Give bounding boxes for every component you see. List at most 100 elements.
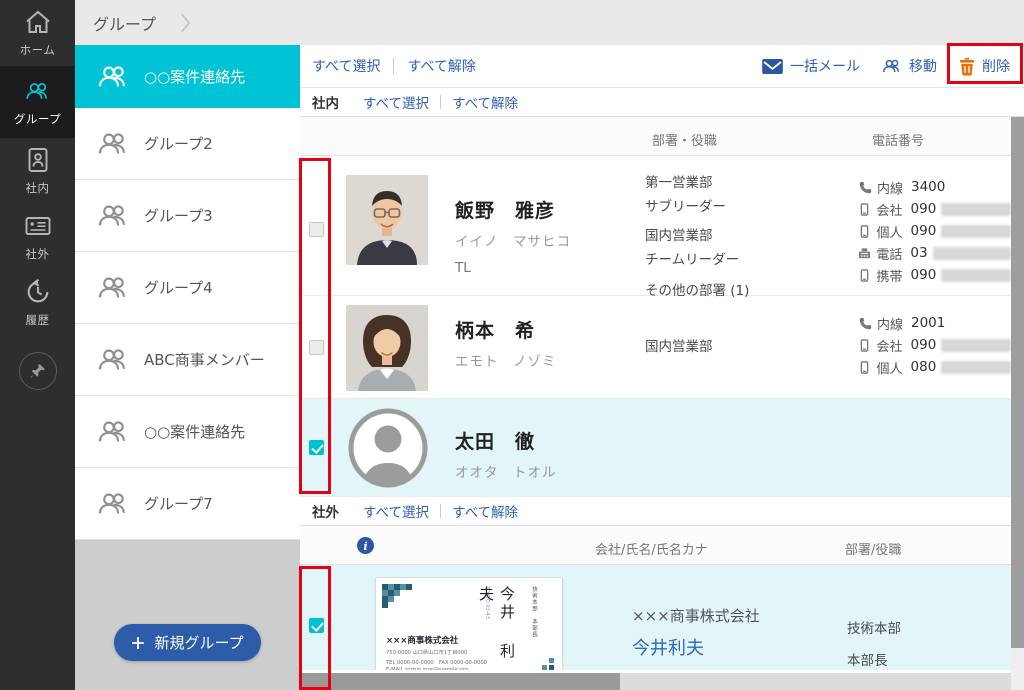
row-checkbox[interactable] bbox=[309, 340, 324, 355]
external-section-bar: 社外 すべて選択 すべて解除 bbox=[300, 497, 1024, 526]
move-button[interactable]: 移動 bbox=[882, 56, 937, 76]
contact-kana: エモト ノゾミ bbox=[455, 350, 645, 370]
card-name-vertical: 今井 利夫 bbox=[476, 586, 518, 670]
groups-icon bbox=[25, 78, 51, 104]
breadcrumb-group[interactable]: グループ bbox=[93, 11, 156, 35]
phone-line: 電話 03 bbox=[858, 242, 1011, 264]
contact-name: 太田 徹 bbox=[455, 427, 645, 454]
card-cell: TOKYO 03-43 今井 利夫 技術本部 本部長 ×××商事株式会社 750… bbox=[332, 565, 632, 670]
group-icon bbox=[97, 492, 130, 515]
group-item[interactable]: グループ4 bbox=[75, 252, 300, 324]
mobile-icon bbox=[858, 203, 872, 216]
card-company: ×××商事株式会社 bbox=[386, 634, 458, 646]
clear-all-button[interactable]: すべて解除 bbox=[407, 56, 475, 76]
delete-button[interactable]: 削除 bbox=[959, 56, 1010, 76]
group-item[interactable]: グループ3 bbox=[75, 180, 300, 252]
internal-section-bar: 社内 すべて選択 すべて解除 bbox=[300, 88, 1024, 117]
address-book-icon bbox=[25, 147, 51, 173]
dept-cell: 第一営業部 サブリーダー 国内営業部 チームリーダー その他の部署 (1) bbox=[645, 156, 858, 304]
phone-line: 個人 090 bbox=[858, 220, 1011, 242]
group-icon bbox=[97, 348, 130, 371]
card-email: E-MAIL toshio.imai@sample.org bbox=[386, 667, 468, 670]
pin-button[interactable] bbox=[19, 352, 57, 390]
mobile-icon bbox=[858, 339, 872, 352]
card-checker-mini bbox=[542, 655, 554, 670]
row-checkbox-checked[interactable] bbox=[309, 440, 324, 455]
mobile-icon bbox=[858, 361, 872, 374]
chevron-right-icon bbox=[180, 12, 191, 34]
external-select-all[interactable]: すべて選択 bbox=[363, 501, 429, 521]
phone-receiver-icon bbox=[858, 181, 872, 194]
internal-select-all[interactable]: すべて選択 bbox=[363, 92, 429, 112]
masked-number bbox=[933, 247, 1011, 260]
vertical-scrollbar[interactable] bbox=[1011, 117, 1024, 690]
dept-cell: 国内営業部 bbox=[645, 296, 858, 398]
trash-icon bbox=[959, 57, 975, 76]
mobile-icon bbox=[858, 225, 872, 238]
photo-cell bbox=[332, 399, 442, 496]
group-sidebar: ○○案件連絡先 グループ2 グループ3 グループ4 ABC商事メンバー ○○案件… bbox=[75, 45, 300, 690]
bulk-mail-button[interactable]: 一括メール bbox=[762, 56, 860, 76]
toolbar-actions: 一括メール 移動 削除 bbox=[762, 56, 1012, 76]
vertical-scrollbar-thumb[interactable] bbox=[1011, 117, 1024, 648]
business-card-image: TOKYO 03-43 今井 利夫 技術本部 本部長 ×××商事株式会社 750… bbox=[375, 577, 563, 670]
contact-row-internal-2[interactable]: 柄本 希 エモト ノゾミ 国内営業部 内線 2001 会社 090 bbox=[300, 296, 1011, 399]
checkbox-cell bbox=[300, 156, 332, 304]
masked-number bbox=[941, 225, 1011, 238]
group-icon bbox=[97, 204, 130, 227]
nav-item-groups[interactable]: グループ bbox=[0, 66, 75, 138]
contacts-app: グループ ホーム グループ 社内 社外 履歴 bbox=[0, 0, 1024, 690]
name-cell: 柄本 希 エモト ノゾミ bbox=[442, 296, 645, 398]
company-name-cell: ×××商事株式会社 今井利夫 イマイトシオ bbox=[632, 565, 847, 670]
divider bbox=[393, 58, 394, 74]
phone-line: 携帯 090 bbox=[858, 264, 1011, 286]
contact-kana: イイノ マサヒコ bbox=[455, 230, 645, 250]
group-item-active[interactable]: ○○案件連絡先 bbox=[75, 45, 300, 108]
group-item[interactable]: グループ2 bbox=[75, 108, 300, 180]
contact-name-link[interactable]: 今井利夫 bbox=[632, 634, 847, 660]
column-header-dept2: 部署/役職 bbox=[845, 539, 901, 558]
nav-item-external[interactable]: 社外 bbox=[0, 204, 75, 270]
checkbox-cell bbox=[300, 296, 332, 398]
contact-role: TL bbox=[455, 260, 645, 276]
contact-kana: オオタ トオル bbox=[455, 461, 645, 481]
plus-icon bbox=[131, 636, 145, 650]
internal-table-header: 部署・役職 電話番号 bbox=[300, 117, 1011, 156]
nav-item-history[interactable]: 履歴 bbox=[0, 270, 75, 336]
contact-row-external-1[interactable]: TOKYO 03-43 今井 利夫 技術本部 本部長 ×××商事株式会社 750… bbox=[300, 565, 1011, 670]
horizontal-scrollbar[interactable] bbox=[300, 673, 1011, 690]
list-toolbar: すべて選択 すべて解除 一括メール 移動 削除 bbox=[300, 45, 1024, 88]
info-icon[interactable]: i bbox=[357, 537, 374, 554]
contact-row-internal-1[interactable]: 飯野 雅彦 イイノ マサヒコ TL 第一営業部 サブリーダー 国内営業部 チーム… bbox=[300, 156, 1011, 296]
nav-pin-area bbox=[0, 352, 75, 390]
masked-number bbox=[941, 361, 1011, 374]
group-icon bbox=[97, 420, 130, 443]
select-all-button[interactable]: すべて選択 bbox=[312, 56, 380, 76]
horizontal-scrollbar-thumb[interactable] bbox=[300, 673, 620, 690]
phone-receiver-icon bbox=[858, 317, 872, 330]
row-checkbox[interactable] bbox=[309, 222, 324, 237]
group-icon bbox=[97, 276, 130, 299]
new-group-button[interactable]: 新規グループ bbox=[114, 624, 261, 661]
checkbox-cell bbox=[300, 399, 332, 496]
divider bbox=[440, 504, 441, 518]
group-item[interactable]: グループ7 bbox=[75, 468, 300, 540]
phone-line: 個人 080 bbox=[858, 356, 1011, 378]
contact-photo bbox=[346, 175, 428, 265]
internal-section-title: 社内 bbox=[312, 92, 339, 112]
app-nav: ホーム グループ 社内 社外 履歴 bbox=[0, 0, 75, 690]
contact-kana: イマイトシオ bbox=[632, 665, 847, 670]
group-item[interactable]: ABC商事メンバー bbox=[75, 324, 300, 396]
nav-item-internal[interactable]: 社内 bbox=[0, 138, 75, 204]
nav-item-home[interactable]: ホーム bbox=[0, 0, 75, 66]
contact-row-internal-3[interactable]: 太田 徹 オオタ トオル bbox=[300, 399, 1011, 497]
phone-line: 内線 3400 bbox=[858, 176, 1011, 198]
row-checkbox-checked[interactable] bbox=[309, 618, 324, 633]
group-icon bbox=[97, 132, 130, 155]
contact-name: 柄本 希 bbox=[455, 316, 645, 343]
phone-line: 会社 090 bbox=[858, 334, 1011, 356]
group-item[interactable]: ○○案件連絡先 bbox=[75, 396, 300, 468]
internal-clear-all[interactable]: すべて解除 bbox=[452, 92, 518, 112]
external-clear-all[interactable]: すべて解除 bbox=[452, 501, 518, 521]
pin-icon bbox=[30, 363, 46, 379]
